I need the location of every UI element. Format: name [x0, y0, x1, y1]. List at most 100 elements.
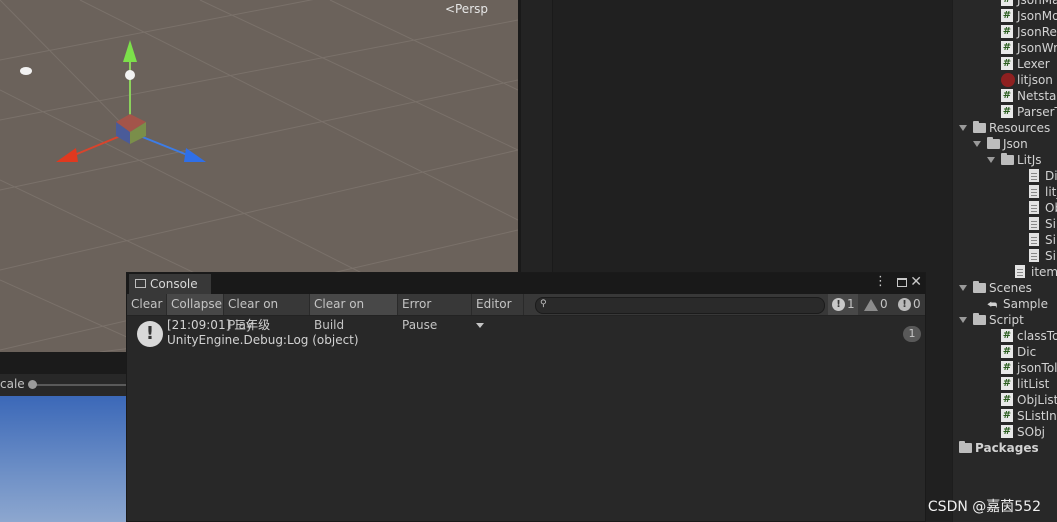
- log-message: [21:09:01] 三年级 UnityEngine.Debug:Log (ob…: [167, 318, 359, 348]
- tree-item-label: LitJs: [1017, 153, 1042, 167]
- tree-item-label: Netstan: [1017, 89, 1057, 103]
- clear-button[interactable]: Clear: [127, 294, 167, 315]
- warning-count: 0: [880, 297, 888, 311]
- game-scale-row: cale: [0, 374, 126, 396]
- text-asset-icon: [1029, 233, 1039, 246]
- csharp-script-icon: #: [1001, 345, 1013, 358]
- tree-item-label: Sample: [1003, 297, 1048, 311]
- csharp-script-icon: #: [1001, 409, 1013, 422]
- tree-item-label: Script: [989, 313, 1024, 327]
- tree-item-label: Sir: [1045, 233, 1057, 247]
- watermark: CSDN @嘉茵552: [927, 499, 1041, 515]
- tree-item-label: JsonWr: [1017, 41, 1057, 55]
- text-asset-icon: [1015, 265, 1025, 278]
- tree-item-label: Scenes: [989, 281, 1032, 295]
- text-asset-icon: [1029, 201, 1039, 214]
- clear-on-build-toggle[interactable]: Clear on Build: [310, 294, 398, 332]
- error-count: 0: [913, 297, 921, 311]
- tree-item-label: Resources: [989, 121, 1051, 135]
- console-tab-bar: Console ⋮ ✕: [127, 273, 925, 294]
- tree-item-label: jsonTol: [1017, 361, 1057, 375]
- tree-item-label: Packages: [975, 441, 1039, 455]
- search-input[interactable]: ⚲: [535, 297, 825, 314]
- tree-item-label: Sir: [1045, 249, 1057, 263]
- folder-icon: [959, 441, 972, 453]
- text-asset-icon: [1029, 249, 1039, 262]
- console-tab-label: Console: [150, 277, 198, 291]
- tree-item-label: JsonMa: [1017, 0, 1057, 7]
- log-message-line1: [21:09:01] 三年级: [167, 318, 271, 332]
- scale-slider-track[interactable]: [30, 384, 126, 386]
- text-asset-icon: [1029, 169, 1039, 182]
- tree-item-label: classTo: [1017, 329, 1057, 343]
- csharp-script-icon: #: [1001, 105, 1013, 118]
- tree-item-label: JsonMo: [1017, 9, 1057, 23]
- tree-item-label: Json: [1003, 137, 1028, 151]
- expand-arrow-icon[interactable]: [959, 317, 967, 323]
- error-icon: !: [898, 298, 911, 311]
- maximize-icon[interactable]: [897, 278, 907, 287]
- scale-label: cale: [0, 377, 25, 391]
- tab-console[interactable]: Console: [129, 274, 211, 294]
- expand-arrow-icon[interactable]: [959, 285, 967, 291]
- info-icon: !: [832, 298, 845, 311]
- log-message-line2: UnityEngine.Debug:Log (object): [167, 333, 359, 347]
- editor-dropdown[interactable]: Editor: [472, 294, 524, 328]
- tree-item-label: lit_: [1045, 185, 1057, 199]
- log-count: 1: [847, 297, 855, 311]
- text-asset-icon: [1029, 217, 1039, 230]
- tree-item-label: SListInt: [1017, 409, 1057, 423]
- text-asset-icon: [1029, 185, 1039, 198]
- clear-on-play-toggle[interactable]: Clear on Play: [224, 294, 310, 332]
- csharp-script-icon: #: [1001, 89, 1013, 102]
- scene-asset-icon: ⮪: [987, 298, 998, 311]
- csharp-script-icon: #: [1001, 361, 1013, 374]
- log-entry[interactable]: ! [21:09:01] 三年级 UnityEngine.Debug:Log (…: [127, 316, 925, 352]
- folder-icon: [973, 313, 986, 325]
- warning-count-toggle[interactable]: 0: [860, 294, 892, 315]
- tree-item-label: JsonRe: [1017, 25, 1057, 39]
- assembly-icon: [1001, 73, 1015, 87]
- tree-item-label: litjson: [1017, 73, 1053, 87]
- close-icon[interactable]: ✕: [910, 274, 922, 290]
- projection-label: Persp: [455, 2, 488, 16]
- info-icon: !: [137, 321, 163, 347]
- console-icon: [135, 279, 146, 288]
- csharp-script-icon: #: [1001, 57, 1013, 70]
- tree-item-label: litList: [1017, 377, 1050, 391]
- scale-slider-thumb[interactable]: [28, 380, 37, 389]
- tree-item-label: Dic: [1017, 345, 1037, 359]
- tree-item-label: Ob: [1045, 201, 1057, 215]
- console-toolbar: Clear Collapse Clear on Play Clear on Bu…: [127, 294, 926, 332]
- tree-item-label: Sir: [1045, 217, 1057, 231]
- error-count-toggle[interactable]: ! 0: [894, 294, 926, 315]
- csharp-script-icon: #: [1001, 9, 1013, 22]
- collapse-toggle[interactable]: Collapse: [167, 294, 224, 315]
- expand-arrow-icon[interactable]: [959, 125, 967, 131]
- tree-item-label: item: [1031, 265, 1057, 279]
- error-pause-toggle[interactable]: Error Pause: [398, 294, 472, 332]
- log-count-badge: 1: [903, 326, 921, 342]
- more-options-icon[interactable]: ⋮: [874, 274, 887, 289]
- projection-arrow-icon: <: [444, 2, 455, 16]
- folder-icon: [973, 121, 986, 133]
- expand-arrow-icon[interactable]: [987, 157, 995, 163]
- expand-arrow-icon[interactable]: [973, 141, 981, 147]
- folder-icon: [1001, 153, 1014, 165]
- csharp-script-icon: #: [1001, 25, 1013, 38]
- project-panel[interactable]: # JsonMa # JsonMo # JsonRe # JsonWr # Lexer litjso…: [952, 0, 1057, 522]
- csharp-script-icon: #: [1001, 41, 1013, 54]
- csharp-script-icon: #: [1001, 0, 1013, 6]
- csharp-script-icon: #: [1001, 377, 1013, 390]
- tree-item-label: Lexer: [1017, 57, 1050, 71]
- editor-label: Editor: [476, 297, 512, 311]
- csharp-script-icon: #: [1001, 329, 1013, 342]
- warning-icon: [864, 298, 878, 311]
- game-view[interactable]: [0, 396, 126, 522]
- projection-toggle[interactable]: <Persp: [445, 2, 488, 16]
- tree-item-label: ObjList: [1017, 393, 1057, 407]
- folder-icon: [987, 137, 1000, 149]
- log-count-toggle[interactable]: ! 1: [828, 294, 858, 315]
- scrollbar-panel: [521, 0, 552, 272]
- folder-icon: [973, 281, 986, 293]
